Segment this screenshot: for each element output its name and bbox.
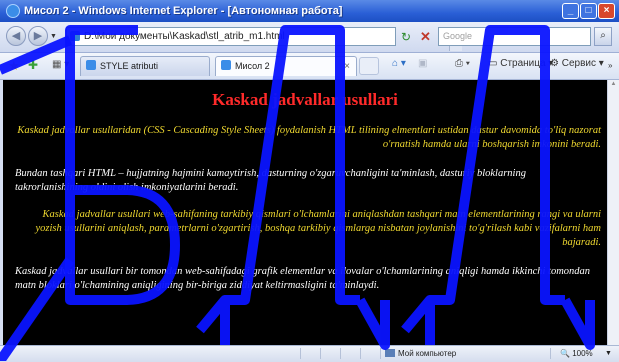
add-favorites-icon[interactable]: ✚ — [28, 58, 38, 72]
favorites-star-icon[interactable]: ★ — [8, 58, 20, 74]
status-separator — [380, 348, 381, 359]
paragraph-4: Kaskad jadvallar usullari bir tomondan w… — [15, 266, 591, 291]
paragraph-1: Kaskad jadvallar usullaridan (CSS - Casc… — [17, 125, 601, 150]
title-bar: Мисол 2 - Windows Internet Explorer - [А… — [0, 0, 619, 22]
scroll-up-icon[interactable]: ▲ — [609, 81, 618, 91]
address-url: D:\Мои документы\Kaskad\stl_atrib_m1.htm… — [84, 31, 285, 42]
browser-window: Мисол 2 - Windows Internet Explorer - [А… — [0, 0, 619, 362]
tab-label: Мисол 2 — [235, 61, 270, 71]
new-tab-button[interactable] — [359, 57, 379, 75]
history-dropdown-icon[interactable]: ▼ — [50, 33, 57, 40]
tab-toolbar: ★ ✚ ▦ ▾ STYLE atributi Мисол 2 × ⌂ ▾ ▣ ⎙… — [0, 53, 619, 80]
zoom-dropdown-icon[interactable]: ▼ — [605, 346, 612, 361]
page-menu[interactable]: ▭ Страница ▾ — [488, 58, 553, 69]
status-separator — [320, 348, 321, 359]
address-toolbar: ◀ ▶ ▼ D:\Мои документы\Kaskad\stl_atrib_… — [0, 22, 619, 53]
search-input[interactable]: Google — [438, 27, 591, 46]
window-title: Мисол 2 - Windows Internet Explorer - [А… — [24, 5, 343, 17]
status-separator — [550, 348, 551, 359]
forward-button[interactable]: ▶ — [28, 26, 48, 46]
page-icon — [70, 31, 80, 41]
tab-page-icon — [86, 60, 96, 70]
page-menu-label: Страница — [500, 58, 546, 69]
home-icon[interactable]: ⌂ ▾ — [392, 58, 406, 69]
tab-misol-2[interactable]: Мисол 2 × — [215, 56, 357, 76]
search-button[interactable]: ⌕ — [594, 27, 612, 46]
address-field[interactable]: D:\Мои документы\Kaskad\stl_atrib_m1.htm… — [66, 27, 462, 51]
print-icon[interactable]: ⎙ ▾ — [455, 58, 470, 69]
tools-menu[interactable]: ⚙ Сервис ▾ — [550, 58, 604, 69]
status-separator — [300, 348, 301, 359]
paragraph-3: Kaskad jadvallar usullari web-sahifaning… — [35, 209, 601, 248]
ie-logo-icon — [6, 4, 20, 18]
maximize-button[interactable]: □ — [580, 3, 597, 19]
computer-icon — [385, 349, 395, 357]
tab-close-icon[interactable]: × — [344, 57, 350, 76]
refresh-icon[interactable]: ↻ — [401, 30, 411, 44]
stop-icon[interactable]: ✕ — [420, 29, 431, 45]
tab-style-atributi[interactable]: STYLE atributi — [80, 56, 210, 76]
feeds-icon[interactable]: ▣ — [418, 58, 427, 69]
zoom-value: 100% — [572, 349, 593, 358]
page-content: Kaskad jadvallar usullari Kaskad jadvall… — [3, 80, 607, 345]
back-button[interactable]: ◀ — [6, 26, 26, 46]
quick-tabs-icon[interactable]: ▦ ▾ — [52, 59, 76, 73]
more-chevron-icon[interactable]: » — [608, 61, 612, 70]
close-button[interactable]: × — [598, 3, 615, 19]
minimize-button[interactable]: _ — [562, 3, 579, 19]
page-heading: Kaskad jadvallar usullari — [212, 90, 398, 109]
tab-label: STYLE atributi — [100, 61, 159, 71]
status-separator — [360, 348, 361, 359]
security-zone-label: Мой компьютер — [398, 349, 457, 358]
paragraph-2: Bundan tashqari HTML – hujjatning hajmin… — [15, 168, 526, 193]
status-separator — [340, 348, 341, 359]
vertical-scrollbar[interactable]: ▲ — [607, 80, 619, 345]
tools-menu-label: Сервис — [561, 58, 596, 69]
security-zone: Мой компьютер — [385, 346, 456, 361]
zoom-level[interactable]: 🔍 100% — [560, 346, 593, 361]
status-bar: Мой компьютер 🔍 100% ▼ — [0, 345, 619, 362]
tab-page-icon — [221, 60, 231, 70]
